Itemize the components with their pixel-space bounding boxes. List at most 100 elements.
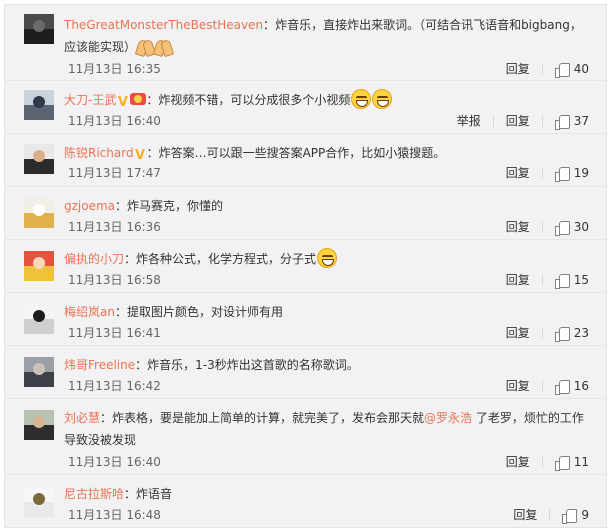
username-link[interactable]: gzjoema [64,199,115,213]
reply-button[interactable]: 回复 [513,507,537,523]
report-button[interactable]: 举报 [457,113,481,129]
comment-text: 炸音乐，1-3秒炸出这首歌的名称歌词。 [147,358,359,372]
grin-emoji-icon [372,89,393,109]
comment-body: 刘必慧：炸表格，要是能加上简单的计算，就完美了，发布会那天就@罗永浩 了老罗，烦… [64,411,584,447]
username-link[interactable]: 梅绍岚an [64,305,115,319]
comment-item: 梅绍岚an：提取图片颜色，对设计师有用 11月13日 16:41 回复 23 [4,293,607,346]
reply-button[interactable]: 回复 [506,61,530,77]
like-count: 11 [573,455,589,469]
reply-button[interactable]: 回复 [506,325,530,341]
comment-actions: 回复 9 [513,507,589,524]
avatar[interactable] [24,304,54,334]
thumbs-up-icon [562,508,578,524]
reply-button[interactable]: 回复 [506,219,530,235]
timestamp: 11月13日 16:40 [68,455,161,469]
reply-button[interactable]: 回复 [506,378,530,394]
username-link[interactable]: 刘必慧 [64,411,100,425]
comment-item: 偏执的小刀：炸各种公式，化学方程式，分子式 11月13日 16:58 回复 15 [4,240,607,293]
username-link[interactable]: 尼古拉斯哈 [64,487,124,501]
comment-item: 大刀-王武V ：炸视频不错，可以分成很多个小视频 11月13日 16:40 举报 … [4,81,607,134]
wink-emoji-icon [317,248,338,268]
divider [549,509,551,521]
thumbs-up-icon [554,62,570,78]
like-button[interactable]: 9 [562,507,589,524]
timestamp: 11月13日 16:42 [68,379,161,393]
verified-v-icon: V [117,95,128,110]
avatar[interactable] [24,90,54,120]
avatar[interactable] [24,14,54,44]
comment-text: 炸视频不错，可以分成很多个小视频 [158,93,351,107]
divider [492,115,494,127]
grin-emoji-icon [351,89,372,109]
like-button[interactable]: 40 [554,61,589,78]
like-button[interactable]: 23 [554,325,589,342]
reply-button[interactable]: 回复 [506,272,530,288]
comment-body: 梅绍岚an：提取图片颜色，对设计师有用 [64,305,283,319]
comment-actions: 回复 30 [506,219,589,236]
vip-badge-icon [130,93,147,105]
comment-item: 陈锐RichardV：炸答案…可以跟一些搜答案APP合作，比如小猿搜题。 11月… [4,134,607,187]
like-count: 15 [573,273,589,287]
username-link[interactable]: TheGreatMonsterTheBestHeaven [64,18,263,32]
reply-button[interactable]: 回复 [506,113,530,129]
comment-body: gzjoema：炸马赛克，你懂的 [64,199,224,213]
like-count: 19 [573,166,589,180]
like-button[interactable]: 30 [554,219,589,236]
like-button[interactable]: 19 [554,165,589,182]
like-count: 23 [573,326,589,340]
like-count: 37 [573,114,589,128]
divider [541,221,543,233]
username-link[interactable]: 偏执的小刀 [64,252,124,266]
thumbs-up-icon [554,326,570,342]
comment-body: TheGreatMonsterTheBestHeaven：炸音乐，直接炸出来歌词… [64,18,582,54]
avatar[interactable] [24,410,54,440]
comment-actions: 回复 16 [506,378,589,395]
timestamp: 11月13日 16:36 [68,220,161,234]
comment-item: 尼古拉斯哈：炸语音 11月13日 16:48 回复 9 [4,475,607,528]
comment-item: gzjoema：炸马赛克，你懂的 11月13日 16:36 回复 30 [4,187,607,240]
avatar[interactable] [24,487,54,517]
username-link[interactable]: 炜哥Freeline [64,358,135,372]
pray-emoji-icon [136,38,154,54]
divider [541,167,543,179]
username-link[interactable]: 陈锐Richard [64,146,134,160]
thumbs-up-icon [554,455,570,471]
timestamp: 11月13日 16:40 [68,114,161,128]
divider [541,115,543,127]
comment-body: 陈锐RichardV：炸答案…可以跟一些搜答案APP合作，比如小猿搜题。 [64,146,446,163]
like-button[interactable]: 16 [554,378,589,395]
pray-emoji-icon [154,38,172,54]
divider [541,456,543,468]
divider [541,327,543,339]
divider [541,274,543,286]
comment-text: 炸语音 [136,487,173,501]
timestamp: 11月13日 16:35 [68,62,161,76]
thumbs-up-icon [554,166,570,182]
avatar[interactable] [24,357,54,387]
username-link[interactable]: 大刀-王武 [64,93,116,107]
like-count: 16 [573,379,589,393]
avatar[interactable] [24,251,54,281]
comment-actions: 回复 23 [506,325,589,342]
comment-text: 炸表格，要是能加上简单的计算，就完美了，发布会那天就 [112,411,425,425]
divider [541,63,543,75]
like-button[interactable]: 37 [554,113,589,130]
avatar[interactable] [24,144,54,174]
timestamp: 11月13日 16:48 [68,508,161,522]
like-button[interactable]: 11 [554,454,589,471]
like-count: 9 [581,508,589,522]
thumbs-up-icon [554,273,570,289]
comment-text: 炸各种公式，化学方程式，分子式 [136,252,317,266]
comment-body: 大刀-王武V ：炸视频不错，可以分成很多个小视频 [64,89,592,111]
like-button[interactable]: 15 [554,272,589,289]
mention-link[interactable]: @罗永浩 [424,411,472,425]
like-count: 40 [573,62,589,76]
reply-button[interactable]: 回复 [506,165,530,181]
reply-button[interactable]: 回复 [506,454,530,470]
avatar[interactable] [24,198,54,228]
divider [541,380,543,392]
comment-item: 刘必慧：炸表格，要是能加上简单的计算，就完美了，发布会那天就@罗永浩 了老罗，烦… [4,399,607,475]
timestamp: 11月13日 16:58 [68,273,161,287]
comment-text: 炸答案…可以跟一些搜答案APP合作，比如小猿搜题。 [158,146,446,160]
comment-body: 炜哥Freeline：炸音乐，1-3秒炸出这首歌的名称歌词。 [64,358,359,372]
